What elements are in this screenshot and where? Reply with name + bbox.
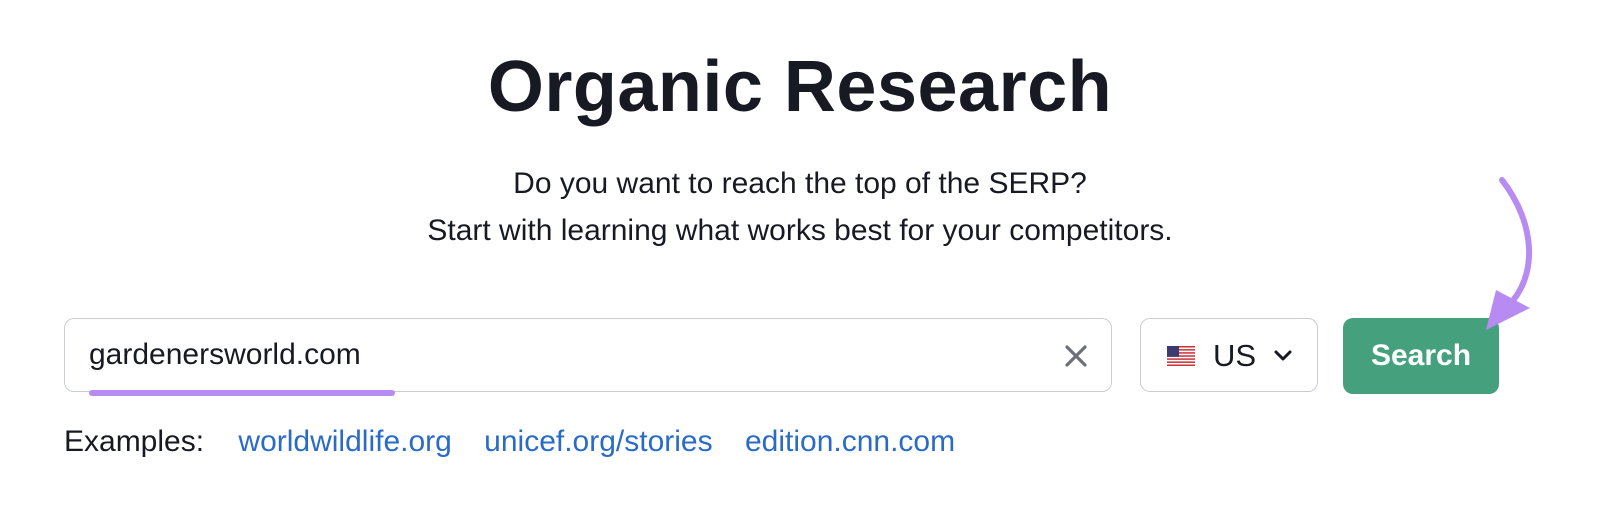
page-subtitle-line2: Start with learning what works best for … [427,214,1173,247]
chevron-down-icon [1274,350,1292,361]
clear-input-button[interactable] [1063,343,1089,369]
database-label: US [1213,338,1257,373]
example-link-unicef[interactable]: unicef.org/stories [484,425,712,458]
us-flag-icon [1167,346,1195,366]
page-title: Organic Research [487,47,1113,127]
search-button[interactable]: Search [1343,318,1499,394]
database-selector[interactable]: US [1140,318,1318,392]
domain-search-input[interactable] [89,319,1029,391]
example-link-worldwildlife[interactable]: worldwildlife.org [238,425,451,458]
examples-row: Examples: worldwildlife.org unicef.org/s… [64,424,979,460]
close-icon [1065,345,1087,367]
page-subtitle-line1: Do you want to reach the top of the SERP… [513,167,1087,200]
input-highlight-underline [89,390,395,396]
examples-label: Examples: [64,425,205,458]
pointer-arrow-icon [1486,177,1533,330]
example-link-cnn[interactable]: edition.cnn.com [745,425,955,458]
domain-search-box [64,318,1112,396]
